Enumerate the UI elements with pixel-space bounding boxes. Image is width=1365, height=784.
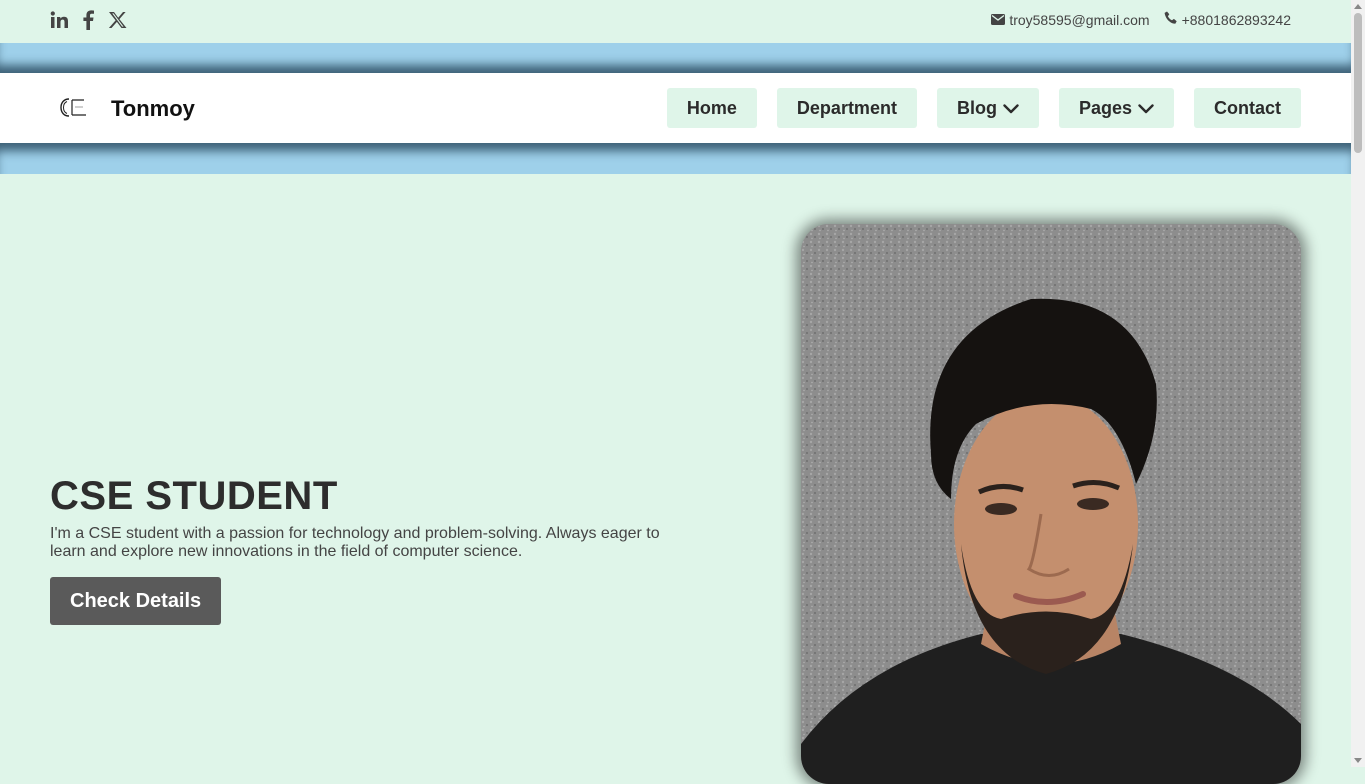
phone-text: +8801862893242 [1181,11,1291,28]
nav-label: Home [686,97,737,118]
nav-contact-button[interactable]: Contact [1194,88,1301,128]
scroll-down-icon[interactable] [1354,758,1362,763]
navbar: Tonmoy Home Department Blog Pages Contac… [0,73,1351,143]
nav-label: Blog [956,97,997,118]
social-links [49,9,127,31]
envelope-icon [991,12,1006,28]
facebook-icon[interactable] [78,9,98,31]
scroll-up-icon[interactable] [1354,4,1362,9]
nav-department-button[interactable]: Department [776,88,917,128]
nav-label: Department [796,97,897,118]
brand-name[interactable]: Tonmoy [111,96,195,122]
nav-label: Pages [1078,97,1132,118]
email-text: troy58595@gmail.com [1009,11,1150,28]
nav-label: Contact [1214,97,1281,118]
contact-info: troy58595@gmail.com +8801862893242 [991,11,1291,28]
x-twitter-icon[interactable] [107,9,127,31]
scrollbar-thumb[interactable] [1354,13,1362,153]
check-details-button[interactable]: Check Details [50,577,222,625]
chevron-down-icon [1003,98,1019,119]
nav-home-button[interactable]: Home [666,88,757,128]
main-nav: Home Department Blog Pages Contact [666,88,1301,128]
email-contact[interactable]: troy58595@gmail.com [991,11,1150,28]
decorative-band-bottom [0,143,1351,174]
phone-contact[interactable]: +8801862893242 [1164,11,1291,28]
nav-pages-dropdown[interactable]: Pages [1058,88,1174,128]
chevron-down-icon [1138,98,1154,119]
profile-photo [801,224,1301,784]
logo-icon[interactable] [57,95,91,121]
decorative-band-top [0,43,1351,73]
top-bar: troy58595@gmail.com +8801862893242 [0,0,1351,43]
hero-description: I'm a CSE student with a passion for tec… [50,525,660,560]
page-scrollbar[interactable] [1351,0,1365,767]
nav-blog-dropdown[interactable]: Blog [936,88,1039,128]
hero-title: CSE STUDENT [50,474,338,518]
phone-icon [1164,11,1178,28]
linkedin-icon[interactable] [49,9,69,31]
